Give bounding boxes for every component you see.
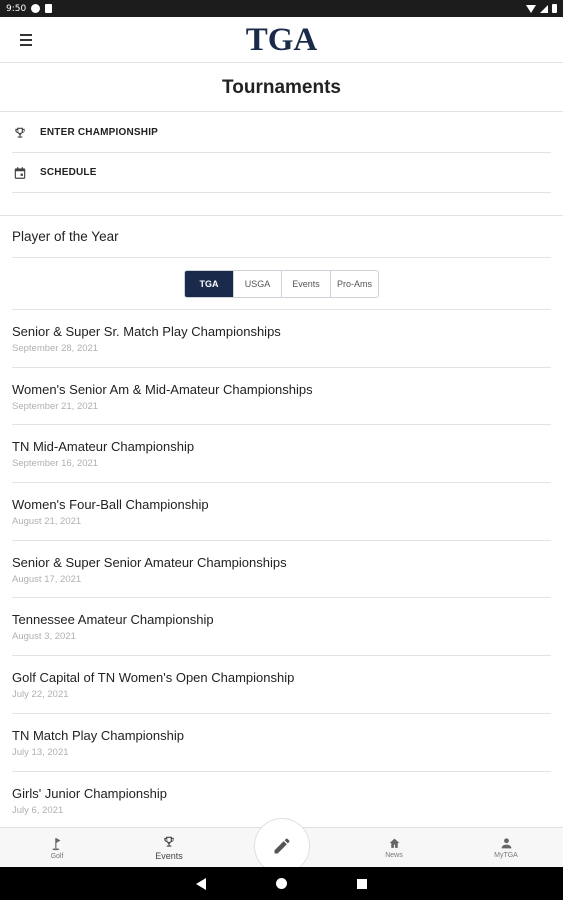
home-icon — [389, 838, 399, 848]
tournament-date: September 28, 2021 — [12, 343, 99, 354]
schedule-label: SCHEDULE — [40, 167, 97, 178]
person-icon — [501, 838, 511, 849]
list-item[interactable]: Senior & Super Senior Amateur Championsh… — [12, 541, 551, 599]
list-item[interactable]: Women's Four-Ball Championship August 21… — [12, 483, 551, 541]
calendar-icon — [12, 165, 28, 181]
segment-usga[interactable]: USGA — [233, 271, 281, 297]
status-time: 9:50 — [6, 3, 27, 14]
list-item[interactable]: Women's Senior Am & Mid-Amateur Champion… — [12, 368, 551, 426]
wifi-icon — [526, 4, 536, 13]
nav-news-label: News — [385, 852, 403, 859]
home-button-icon[interactable] — [276, 878, 287, 889]
list-item[interactable]: TN Match Play Championship July 13, 2021 — [12, 714, 551, 772]
tournament-date: September 21, 2021 — [12, 400, 99, 412]
status-bar: 9:50 — [0, 0, 563, 17]
sd-card-icon — [45, 4, 53, 13]
tournament-title: TN Match Play Championship — [12, 727, 184, 743]
tournament-date: July 22, 2021 — [12, 689, 69, 701]
tournament-title: Senior & Super Senior Amateur Championsh… — [12, 554, 287, 570]
segment-pro-ams[interactable]: Pro-Ams — [330, 271, 378, 297]
tournament-date: July 6, 2021 — [12, 804, 64, 816]
player-of-the-year-row[interactable]: Player of the Year — [12, 216, 551, 258]
enter-championship-label: ENTER CHAMPIONSHIP — [40, 127, 159, 138]
page-title: Tournaments — [0, 64, 563, 112]
nav-golf-label: Golf — [50, 852, 64, 860]
tournament-title: Senior & Super Sr. Match Play Championsh… — [12, 324, 281, 339]
tournament-filter-segmented-control: TGA USGA Events Pro-Ams — [184, 270, 379, 298]
tournament-date: September 16, 2021 — [12, 458, 99, 470]
tournament-title: Women's Four-Ball Championship — [12, 497, 209, 513]
list-item[interactable]: Golf Capital of TN Women's Open Champion… — [12, 656, 551, 714]
signal-icon — [540, 4, 548, 13]
list-item[interactable]: Tennessee Amateur Championship August 3,… — [12, 598, 551, 657]
app-header: TGA — [0, 17, 563, 63]
tournament-title: Women's Senior Am & Mid-Amateur Champion… — [12, 381, 313, 397]
list-item[interactable]: TN Mid-Amateur Championship September 16… — [12, 425, 551, 484]
trophy-icon — [12, 125, 28, 141]
compose-fab-button[interactable] — [254, 818, 310, 874]
nav-events-label: Events — [155, 851, 183, 861]
tournament-date: August 3, 2021 — [12, 631, 76, 643]
nav-mytga-label: MyTGA — [494, 852, 518, 859]
trophy-icon — [164, 836, 174, 847]
nav-mytga[interactable]: MyTGA — [466, 828, 546, 868]
section-divider — [0, 193, 563, 216]
segment-tga[interactable]: TGA — [185, 271, 233, 297]
tournament-title: TN Mid-Amateur Championship — [12, 439, 195, 455]
enter-championship-row[interactable]: ENTER CHAMPIONSHIP — [12, 113, 551, 153]
segment-events[interactable]: Events — [281, 271, 330, 297]
list-item[interactable]: Senior & Super Sr. Match Play Championsh… — [12, 310, 551, 368]
tournament-date: July 13, 2021 — [12, 746, 69, 758]
tournament-date: August 17, 2021 — [12, 573, 82, 585]
nav-news[interactable]: News — [354, 828, 434, 868]
pencil-icon — [274, 838, 290, 854]
schedule-row[interactable]: SCHEDULE — [12, 153, 551, 193]
nav-events[interactable]: Events — [129, 828, 209, 868]
tournament-title: Golf Capital of TN Women's Open Champion… — [12, 670, 295, 686]
battery-icon — [552, 4, 557, 13]
tournament-title: Girls' Junior Championship — [12, 785, 167, 801]
system-nav-bar — [0, 867, 563, 900]
golf-flag-icon — [52, 837, 61, 850]
tournament-title: Tennessee Amateur Championship — [12, 612, 214, 628]
tournament-list: Senior & Super Sr. Match Play Championsh… — [12, 309, 551, 829]
nav-golf[interactable]: Golf — [17, 828, 97, 868]
recent-apps-icon[interactable] — [357, 878, 367, 889]
tga-logo: TGA — [245, 22, 318, 58]
back-icon[interactable] — [196, 877, 206, 890]
tournament-date: August 21, 2021 — [12, 516, 82, 528]
notification-icon — [31, 4, 41, 13]
